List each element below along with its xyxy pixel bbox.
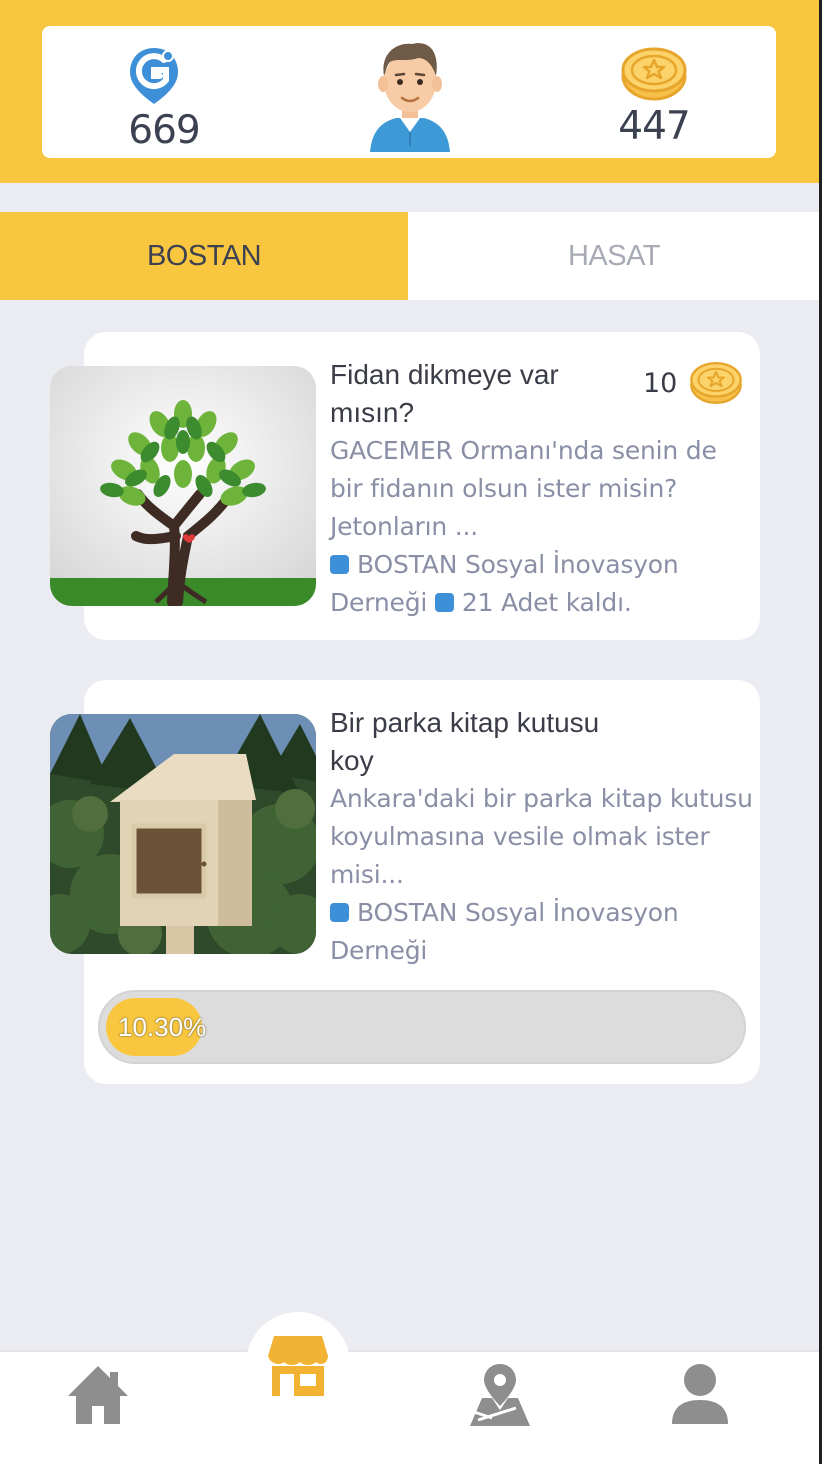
price-value: 10 (643, 367, 678, 399)
desc-line: misi... (330, 860, 404, 889)
tab-bar: BOSTAN HASAT (0, 212, 822, 300)
card-image-book-box[interactable] (50, 714, 316, 954)
points-value: 669 (128, 108, 200, 153)
organization-line: BOSTAN Sosyal İnovasyon (330, 546, 760, 584)
price-tag: 10 (643, 358, 743, 408)
card-description: Ankara'daki bir parka kitap kutusu koyul… (330, 780, 760, 970)
g-location-pin-icon (130, 48, 178, 104)
desc-line: koyulmasına vesile olmak ister (330, 822, 710, 851)
donation-progress-bar: 10.30% (98, 990, 746, 1064)
organization-name: BOSTAN Sosyal İnovasyon (357, 550, 679, 579)
organization-name-cont: Derneği (330, 936, 428, 965)
tab-hasat[interactable]: HASAT (408, 212, 820, 300)
remaining-count: 21 Adet kaldı. (461, 588, 632, 617)
user-avatar[interactable] (366, 36, 454, 154)
desc-line: Ankara'daki bir parka kitap kutusu (330, 784, 753, 813)
profile-icon[interactable] (668, 1362, 732, 1428)
card-title: Fidan dikmeye var mısın? (330, 356, 600, 432)
stock-bullet-icon (434, 593, 454, 612)
desc-line: bir fidanın olsun ister misin? (330, 474, 678, 503)
coins-value: 447 (618, 104, 690, 149)
desc-line: GACEMER Ormanı'nda senin de (330, 436, 717, 465)
star-coin-icon (621, 47, 687, 101)
org-bullet-icon (330, 555, 349, 574)
card-title-line: Bir parka kitap kutusu (330, 707, 600, 738)
card-title-line: mısın? (330, 397, 415, 428)
organization-remaining-line: Derneği 21 Adet kaldı. (330, 584, 760, 622)
coins-stat[interactable]: 447 (614, 46, 694, 149)
home-icon[interactable] (66, 1362, 130, 1428)
card-title: Bir parka kitap kutusu koy (330, 704, 600, 780)
store-icon[interactable] (266, 1334, 330, 1400)
desc-line: Jetonların ... (330, 512, 479, 541)
organization-name-cont: Derneği (330, 588, 428, 617)
tab-bostan[interactable]: BOSTAN (0, 212, 408, 300)
card-title-line: koy (330, 745, 374, 776)
top-header: 669 447 (0, 0, 822, 183)
organization-line: BOSTAN Sosyal İnovasyon (330, 894, 760, 932)
card-title-line: Fidan dikmeye var (330, 359, 559, 390)
points-stat[interactable]: 669 (128, 46, 201, 153)
organization-name: BOSTAN Sosyal İnovasyon (357, 898, 679, 927)
progress-label: 10.30% (118, 1012, 207, 1042)
card-image-tree[interactable] (50, 366, 316, 606)
stats-card: 669 447 (42, 26, 776, 158)
star-coin-icon (690, 361, 743, 405)
card-description: GACEMER Ormanı'nda senin de bir fidanın … (330, 432, 760, 622)
org-bullet-icon (330, 903, 349, 922)
map-pin-icon[interactable] (468, 1362, 532, 1428)
